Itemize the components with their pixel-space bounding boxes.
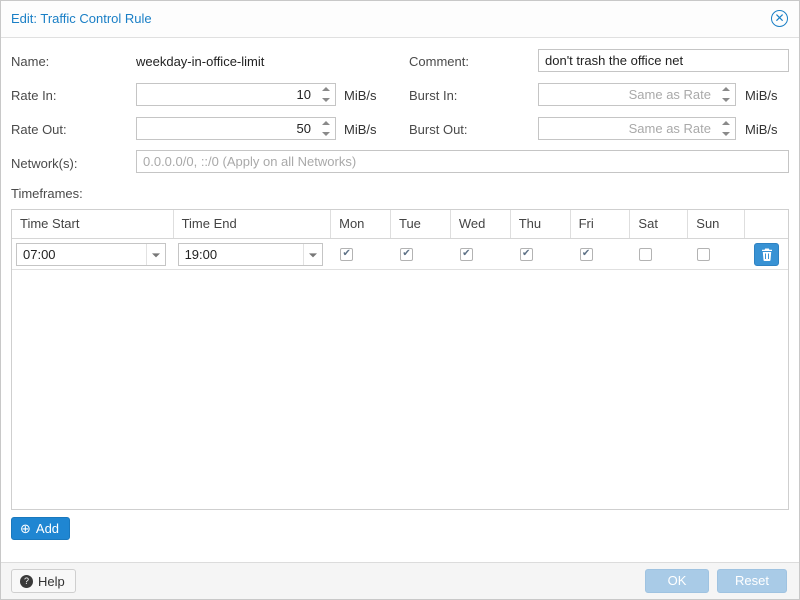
dialog-title: Edit: Traffic Control Rule	[11, 11, 152, 26]
add-button[interactable]: ⊕ Add	[11, 517, 70, 540]
burst-out-spinner[interactable]	[717, 118, 735, 139]
burst-in-field	[538, 83, 736, 106]
burst-in-label: Burst In:	[409, 88, 457, 103]
burst-out-field	[538, 117, 736, 140]
column-header-time-start: Time Start	[12, 210, 174, 238]
question-circle-icon: ?	[20, 575, 33, 588]
networks-input[interactable]	[136, 150, 789, 173]
column-header-sat: Sat	[630, 210, 688, 238]
help-button-label: Help	[38, 574, 65, 589]
time-end-value: 19:00	[185, 247, 218, 262]
reset-button[interactable]: Reset	[717, 569, 787, 593]
time-start-combobox[interactable]: 07:00	[16, 243, 166, 266]
burst-in-input[interactable]	[538, 83, 736, 106]
table-header-row: Time Start Time End Mon Tue Wed Thu Fri …	[12, 210, 788, 239]
name-label: Name:	[11, 54, 49, 69]
spin-down-icon[interactable]	[717, 95, 735, 106]
spin-down-icon[interactable]	[717, 129, 735, 140]
wed-checkbox[interactable]	[460, 248, 473, 261]
burst-out-label: Burst Out:	[409, 122, 468, 137]
spin-down-icon[interactable]	[317, 95, 335, 106]
rate-in-unit: MiB/s	[344, 88, 377, 103]
delete-row-button[interactable]	[754, 243, 779, 266]
networks-label: Network(s):	[11, 156, 77, 171]
burst-in-spinner[interactable]	[717, 84, 735, 105]
column-header-sun: Sun	[688, 210, 745, 238]
burst-out-input[interactable]	[538, 117, 736, 140]
traffic-control-dialog: Edit: Traffic Control Rule ✕ Name: weekd…	[0, 0, 800, 600]
time-start-value: 07:00	[23, 247, 56, 262]
time-end-combobox[interactable]: 19:00	[178, 243, 324, 266]
trash-icon	[761, 248, 773, 261]
burst-in-unit: MiB/s	[745, 88, 778, 103]
rate-out-unit: MiB/s	[344, 122, 377, 137]
rate-out-input[interactable]	[136, 117, 336, 140]
column-header-mon: Mon	[331, 210, 391, 238]
spin-down-icon[interactable]	[317, 129, 335, 140]
mon-checkbox[interactable]	[340, 248, 353, 261]
dialog-header: Edit: Traffic Control Rule ✕	[1, 1, 799, 38]
spin-up-icon[interactable]	[717, 118, 735, 129]
sat-checkbox[interactable]	[639, 248, 652, 261]
chevron-down-icon[interactable]	[146, 244, 165, 265]
help-button[interactable]: ? Help	[11, 569, 76, 593]
timeframes-label: Timeframes:	[11, 186, 83, 201]
comment-label: Comment:	[409, 54, 469, 69]
dialog-footer: ? Help OK Reset	[1, 562, 799, 599]
rate-in-spinner[interactable]	[317, 84, 335, 105]
fri-checkbox[interactable]	[580, 248, 593, 261]
rate-in-input[interactable]	[136, 83, 336, 106]
close-icon[interactable]: ✕	[771, 10, 788, 27]
plus-circle-icon: ⊕	[20, 522, 31, 535]
column-header-wed: Wed	[451, 210, 511, 238]
thu-checkbox[interactable]	[520, 248, 533, 261]
rate-in-field	[136, 83, 336, 106]
column-header-time-end: Time End	[174, 210, 332, 238]
table-row: 07:00 19:00	[12, 239, 788, 270]
rate-out-label: Rate Out:	[11, 122, 67, 137]
column-header-tue: Tue	[391, 210, 451, 238]
column-header-actions	[745, 210, 788, 238]
rate-out-field	[136, 117, 336, 140]
spin-up-icon[interactable]	[717, 84, 735, 95]
timeframes-table: Time Start Time End Mon Tue Wed Thu Fri …	[11, 209, 789, 510]
name-value: weekday-in-office-limit	[136, 54, 264, 69]
column-header-thu: Thu	[511, 210, 571, 238]
ok-button[interactable]: OK	[645, 569, 709, 593]
spin-up-icon[interactable]	[317, 118, 335, 129]
rate-out-spinner[interactable]	[317, 118, 335, 139]
burst-out-unit: MiB/s	[745, 122, 778, 137]
comment-input[interactable]	[538, 49, 789, 72]
rate-in-label: Rate In:	[11, 88, 57, 103]
spin-up-icon[interactable]	[317, 84, 335, 95]
column-header-fri: Fri	[571, 210, 631, 238]
sun-checkbox[interactable]	[697, 248, 710, 261]
tue-checkbox[interactable]	[400, 248, 413, 261]
chevron-down-icon[interactable]	[303, 244, 322, 265]
add-button-label: Add	[36, 521, 59, 536]
